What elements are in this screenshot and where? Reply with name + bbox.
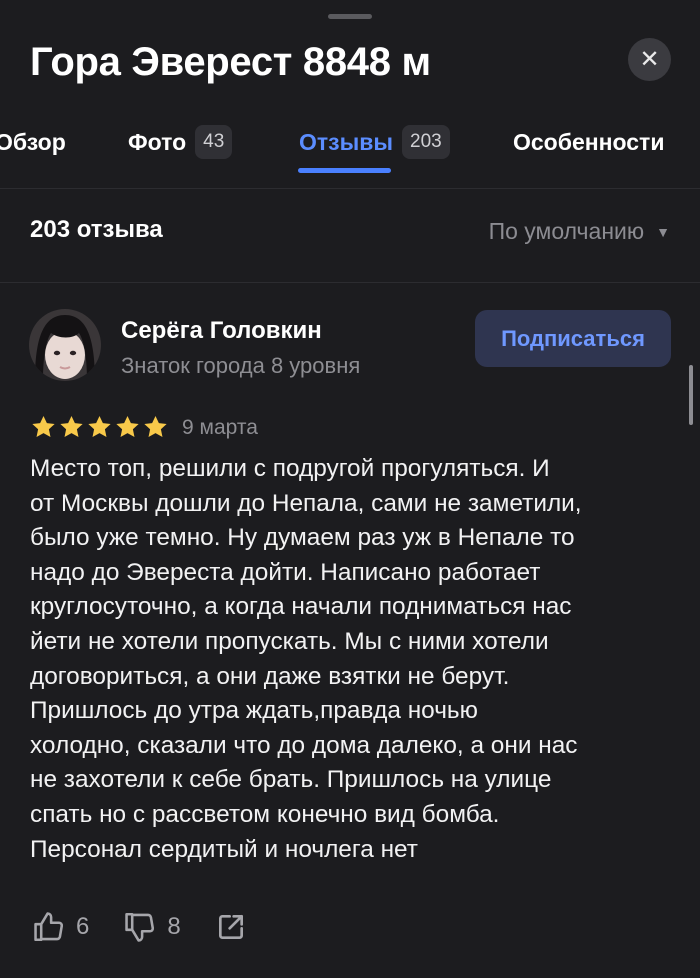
sort-dropdown[interactable]: По умолчанию ▼ [489,218,670,245]
review-line: Персонал сердитый и ночлега нет [30,835,418,863]
avatar[interactable] [29,309,101,381]
tab-overview[interactable]: Обзор [0,122,66,162]
tab-reviews[interactable]: Отзывы 203 [299,122,450,162]
scrollbar[interactable] [689,365,693,425]
author-name[interactable]: Серёга Головкин [121,317,322,345]
review-text: Место топ, решили с подругой прогуляться… [30,452,680,867]
thumbs-up-icon [34,912,64,942]
review-line: от Москвы дошли до Непала, сами не замет… [30,489,582,517]
sort-caret-icon: ▼ [656,223,670,240]
tab-label: Обзор [0,128,66,155]
review-line: холодно, сказали что до дома далеко, а о… [30,731,578,759]
rating-stars [30,414,170,441]
like-count: 6 [76,913,90,940]
review-line: не захотели к себе брать. Пришлось на ул… [30,766,552,794]
review-line: Пришлось до утра ждать,правда ночью [30,697,478,725]
tab-bar: Обзор Фото 43 Отзывы 203 Особенности [0,110,700,189]
review-date: 9 марта [182,416,258,439]
close-button[interactable]: ✕ [628,38,671,81]
dislike-count: 8 [167,913,181,940]
star-icon [32,416,55,437]
sort-label: По умолчанию [488,218,645,244]
tab-label: Отзывы [299,128,394,155]
review-line: круглосуточно, а когда начали подниматьс… [30,593,572,621]
dislike-button[interactable]: 8 [123,910,181,944]
review-line: договориться, а они даже взятки не берут… [30,662,510,690]
share-icon [218,915,243,939]
thumbs-down-icon [125,912,155,942]
close-icon: ✕ [639,46,660,73]
reviews-count: 203 отзыва [30,216,163,243]
review-line: спать но с рассветом конечно вид бомба. [30,800,500,828]
star-icon [60,416,83,437]
tab-count-badge: 43 [195,125,233,159]
review-line: было уже темно. Ну думаем раз уж в Непал… [30,524,575,552]
review-line: надо до Эвереста дойти. Написано работае… [30,558,541,586]
review-line: йети не хотели пропускать. Мы с ними хот… [30,627,549,655]
tab-photos[interactable]: Фото 43 [128,122,233,162]
review-line: Место топ, решили с подругой прогуляться… [30,455,550,482]
tab-count-badge: 203 [402,125,450,159]
place-title: Гора Эверест 8848 м [30,40,431,84]
share-button[interactable] [215,911,247,943]
like-button[interactable]: 6 [32,910,89,944]
star-icon [88,416,111,437]
subscribe-button[interactable]: Подписаться [475,310,671,367]
star-icon [116,416,139,437]
tab-label: Особенности [513,128,665,155]
star-icon [144,416,167,437]
active-tab-indicator [298,168,391,173]
review-actions: 6 8 [32,908,281,946]
tab-features[interactable]: Особенности [513,122,664,162]
divider [0,282,700,283]
author-status: Знаток города 8 уровня [121,353,361,378]
tab-label: Фото [128,128,187,155]
drag-handle[interactable] [328,14,372,19]
